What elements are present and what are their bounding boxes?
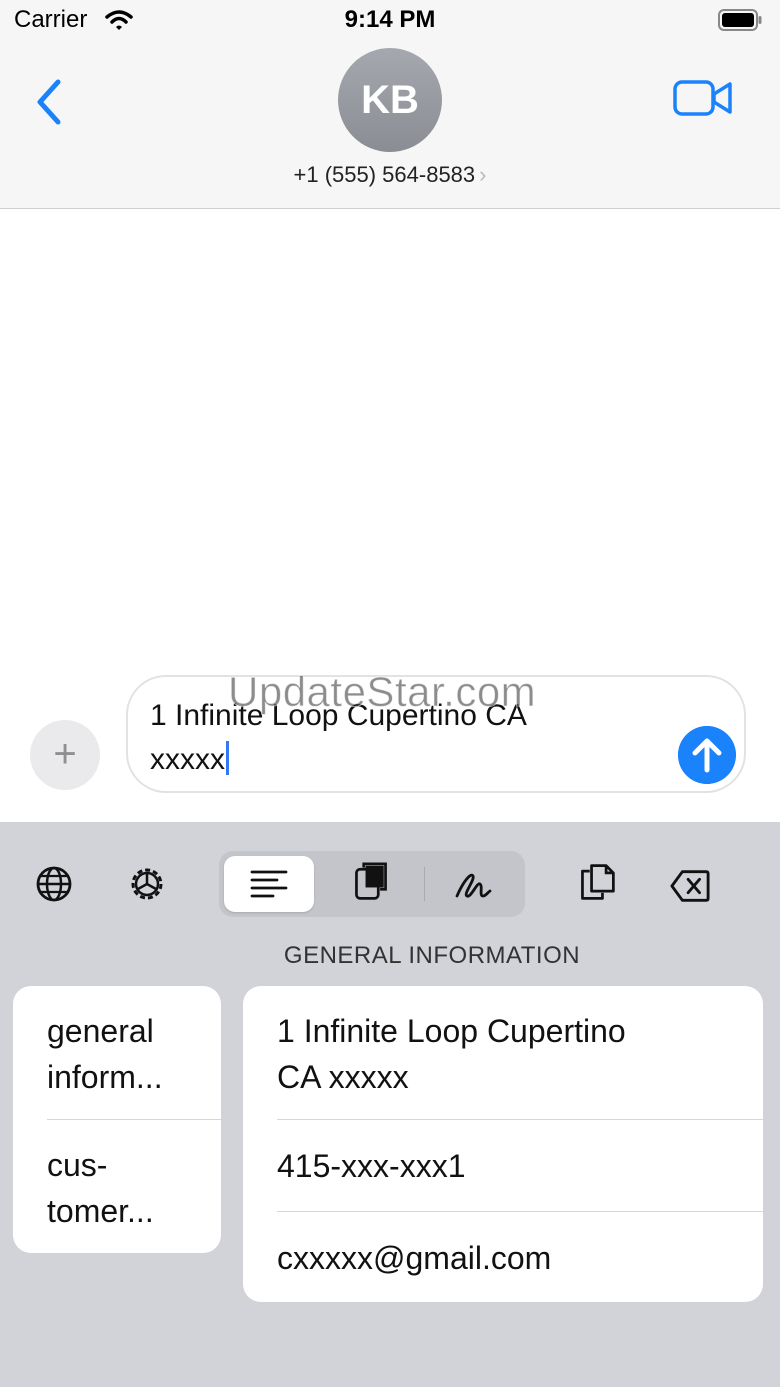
category-customer[interactable]: cus- tomer... [47,1142,154,1234]
snippet-email[interactable]: cxxxxx@gmail.com [277,1235,551,1281]
clock: 9:14 PM [344,6,436,33]
copy-icon[interactable] [577,862,617,902]
battery-icon [718,9,762,31]
category-general-information[interactable]: general inform... [47,1008,163,1100]
back-button[interactable] [30,74,70,130]
snippet-address[interactable]: 1 Infinite Loop Cupertino CA xxxxx [277,1008,626,1100]
signature-icon[interactable] [453,864,493,904]
add-attachment-button[interactable]: + [30,720,100,790]
snippet-list: 1 Infinite Loop Cupertino CA xxxxx 415-x… [243,986,763,1302]
segment-divider [424,867,425,901]
clipboard-icon[interactable] [351,862,391,902]
divider [47,1119,221,1120]
contact-number: +1 (555) 564-8583 [293,162,476,187]
section-title: GENERAL INFORMATION [283,942,581,969]
status-bar: Carrier 9:14 PM [0,0,780,44]
delete-icon[interactable] [670,866,710,906]
settings-icon[interactable] [127,864,167,904]
send-button[interactable] [678,726,736,784]
divider [277,1211,763,1212]
divider [277,1119,763,1120]
text-caret [226,741,229,775]
contact-avatar[interactable]: KB [338,48,442,152]
contact-name[interactable]: +1 (555) 564-8583 › [0,162,780,188]
conversation-header: KB +1 (555) 564-8583 › [0,44,780,209]
chevron-right-icon: › [479,162,487,187]
watermark: UpdateStar.com [227,668,537,716]
globe-icon[interactable] [34,864,74,904]
snippet-phone[interactable]: 415-xxx-xxx1 [277,1143,466,1189]
message-line-2: xxxxx [150,738,650,782]
video-call-button[interactable] [672,76,734,120]
category-list: general inform... cus- tomer... [13,986,221,1253]
text-align-icon[interactable] [249,864,289,904]
